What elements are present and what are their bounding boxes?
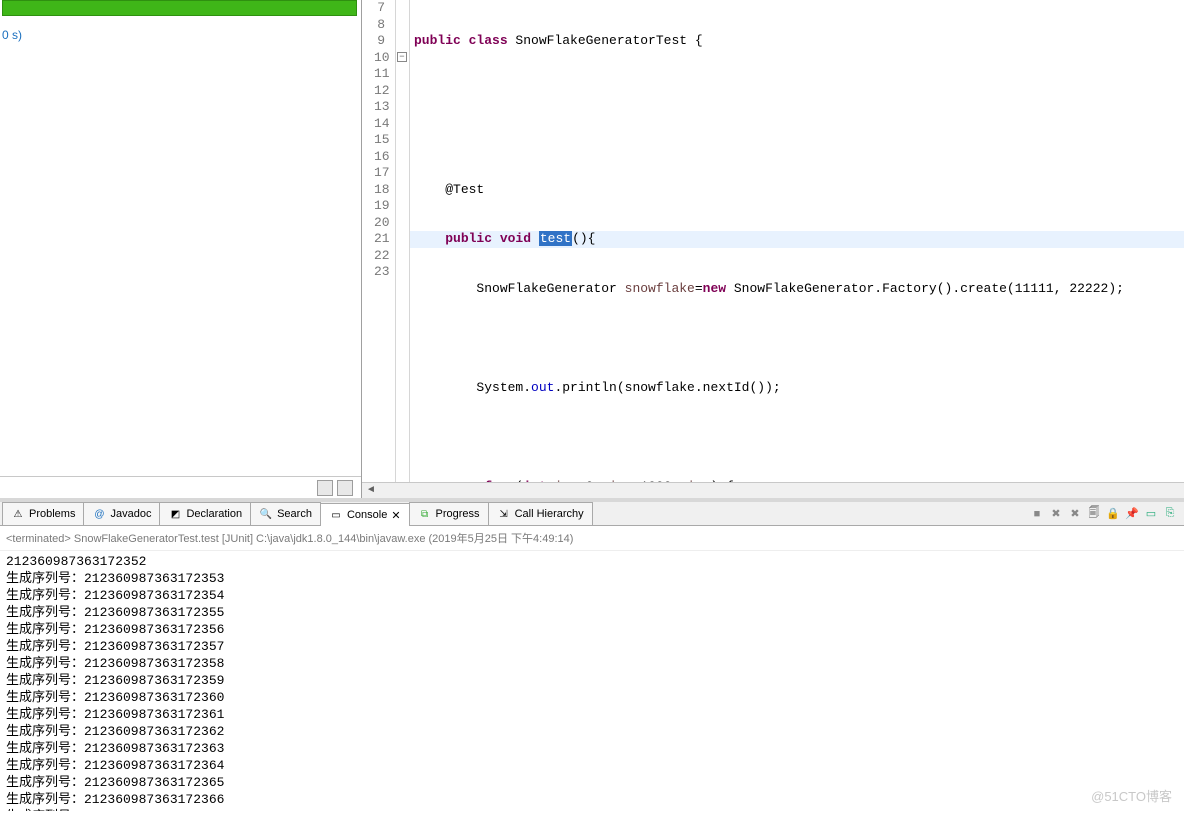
terminate-icon[interactable]: ✖ bbox=[1067, 506, 1083, 522]
scroll-lock-icon[interactable]: 🔒 bbox=[1105, 506, 1121, 522]
junit-timing: 0 s) bbox=[0, 16, 361, 54]
remove-all-icon[interactable]: ✖ bbox=[1048, 506, 1064, 522]
console-output[interactable]: 212360987363172352生成序列号：2123609873631723… bbox=[0, 551, 1184, 811]
tab-search[interactable]: 🔍Search bbox=[250, 502, 321, 525]
tab-call-hierarchy[interactable]: ⇲Call Hierarchy bbox=[488, 502, 593, 525]
view-menu-icon[interactable] bbox=[337, 480, 353, 496]
selected-text[interactable]: test bbox=[539, 231, 572, 246]
console-toolbar: ■ ✖ ✖ 🗐 🔒 📌 ▭ ⎘ bbox=[1029, 506, 1184, 522]
tab-progress[interactable]: ⧉Progress bbox=[409, 502, 489, 525]
tab-problems[interactable]: ⚠Problems bbox=[2, 502, 84, 525]
fold-toggle-icon[interactable]: − bbox=[397, 52, 407, 62]
progress-icon: ⧉ bbox=[418, 507, 432, 521]
remove-launch-icon[interactable]: ■ bbox=[1029, 506, 1045, 522]
junit-toolbar bbox=[0, 476, 361, 498]
tab-console[interactable]: ▭Console ✕ bbox=[320, 503, 410, 526]
declaration-icon: ◩ bbox=[168, 507, 182, 521]
tab-declaration[interactable]: ◩Declaration bbox=[159, 502, 251, 525]
bottom-panel: ⚠Problems @Javadoc ◩Declaration 🔍Search … bbox=[0, 498, 1184, 811]
views-tab-row: ⚠Problems @Javadoc ◩Declaration 🔍Search … bbox=[0, 502, 1184, 526]
line-number-gutter: 7891011121314151617181920212223 bbox=[362, 0, 396, 482]
fold-column[interactable]: − bbox=[396, 0, 410, 482]
console-icon: ▭ bbox=[329, 508, 343, 522]
display-selected-icon[interactable]: ▭ bbox=[1143, 506, 1159, 522]
horizontal-scrollbar[interactable] bbox=[362, 482, 1184, 498]
code-editor[interactable]: 7891011121314151617181920212223 − public… bbox=[362, 0, 1184, 482]
tab-javadoc[interactable]: @Javadoc bbox=[83, 502, 160, 525]
open-console-icon[interactable]: ⎘ bbox=[1162, 506, 1178, 522]
callh-icon: ⇲ bbox=[497, 507, 511, 521]
junit-panel: 0 s) bbox=[0, 0, 362, 498]
watermark: @51CTO博客 bbox=[1091, 786, 1172, 805]
search-icon: 🔍 bbox=[259, 507, 273, 521]
console-header: <terminated> SnowFlakeGeneratorTest.test… bbox=[0, 526, 1184, 551]
layout-icon[interactable] bbox=[317, 480, 333, 496]
clear-console-icon[interactable]: 🗐 bbox=[1086, 506, 1102, 522]
pin-console-icon[interactable]: 📌 bbox=[1124, 506, 1140, 522]
junit-progress-bar bbox=[2, 0, 357, 16]
javadoc-icon: @ bbox=[92, 507, 106, 521]
problems-icon: ⚠ bbox=[11, 507, 25, 521]
code-lines[interactable]: public class SnowFlakeGeneratorTest { @T… bbox=[410, 0, 1184, 482]
editor-panel: 7891011121314151617181920212223 − public… bbox=[362, 0, 1184, 498]
